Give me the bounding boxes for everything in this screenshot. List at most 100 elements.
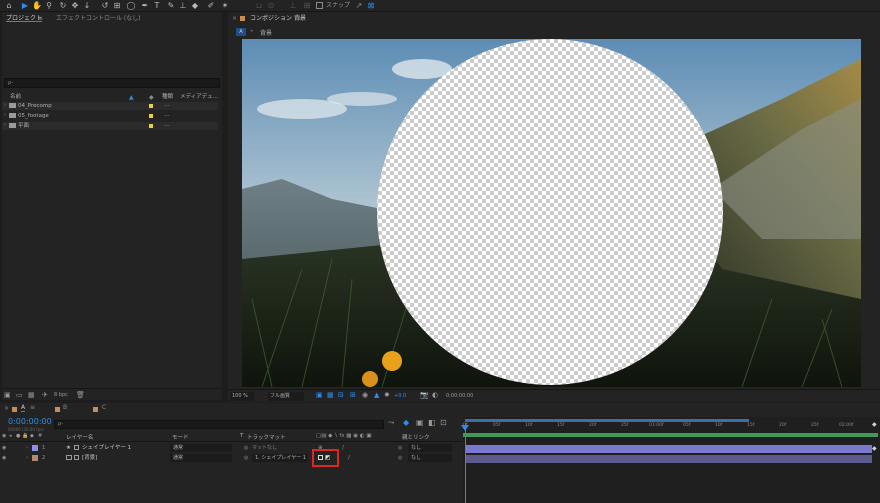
solo-switch-icon[interactable]: ● — [16, 433, 20, 439]
selection-tool-icon[interactable]: ▶ — [20, 1, 30, 11]
visibility-eye-icon[interactable]: ◉ — [2, 453, 6, 463]
draft-3d-icon[interactable]: ◆ — [403, 418, 409, 427]
color-management-icon[interactable]: ▲ — [374, 391, 379, 399]
tab-menu-icon[interactable]: ≡ — [30, 404, 35, 411]
comp-breadcrumb-badge[interactable]: A — [236, 28, 246, 36]
list-item[interactable]: › 05_footage --- — [2, 112, 218, 120]
exposure-reset-icon[interactable]: ✹ — [384, 391, 390, 399]
composition-viewer[interactable] — [242, 39, 861, 387]
table-row[interactable]: ◉ › 2 [背景] 通常 ◎ 1. シェイプレイヤー 1 ◩ ∕ ◎ なし — [0, 449, 462, 467]
tab-c[interactable]: C — [102, 404, 106, 411]
comp-breadcrumb-name[interactable]: 背景 — [260, 28, 272, 37]
tab-project[interactable]: プロジェクト — [6, 14, 42, 24]
expand-arrow-icon[interactable]: › — [4, 112, 6, 118]
pan-camera-icon[interactable]: ✥ — [70, 1, 80, 11]
project-search-input[interactable]: ρ- — [4, 78, 220, 88]
col-media-header[interactable]: メディアデュ... — [180, 94, 218, 101]
layer-label-swatch[interactable] — [32, 455, 38, 461]
current-timecode[interactable]: 0:00:00:00 — [8, 417, 52, 426]
pen-tool-icon[interactable]: ✒ — [140, 1, 150, 11]
anchor-tool-icon[interactable]: ⊞ — [112, 1, 122, 11]
layer-bar-2[interactable] — [465, 455, 872, 463]
matte-invert-icon[interactable]: ◩ — [325, 453, 331, 463]
col-mode[interactable]: モード — [172, 433, 189, 441]
zoom-select[interactable]: 100 % — [230, 392, 254, 401]
eraser-tool-icon[interactable]: ◆ — [190, 1, 200, 11]
blend-mode-select[interactable]: 通常 — [170, 444, 232, 452]
clone-stamp-icon[interactable]: ⊥ — [178, 1, 188, 11]
roto-brush-icon[interactable]: ✐ — [206, 1, 216, 11]
matte-pickwhip-icon[interactable]: ◎ — [244, 443, 248, 453]
time-ruler[interactable]: 0f 05f 10f 15f 20f 25f 01:00f 05f 10f 15… — [463, 423, 880, 433]
col-layer-name[interactable]: レイヤー名 — [66, 433, 93, 441]
audio-switch-icon[interactable]: ◂ — [9, 433, 12, 439]
trash-icon[interactable]: 🗑 — [76, 391, 85, 399]
parent-select[interactable]: なし — [408, 454, 452, 462]
guide-options-icon[interactable]: ⊞ — [350, 391, 356, 399]
layer-bar-1[interactable] — [465, 445, 872, 453]
orbit-camera-icon[interactable]: ↻ — [58, 1, 68, 11]
comp-flowchart-icon[interactable]: ⤳ — [388, 418, 394, 428]
blend-mode-select[interactable]: 通常 — [170, 454, 232, 462]
interpret-footage-icon[interactable]: ▣ — [4, 391, 11, 399]
viewer-timecode[interactable]: 0:00:00:00 — [446, 393, 473, 399]
close-icon[interactable]: × — [232, 15, 237, 22]
work-area-bar[interactable] — [465, 419, 749, 422]
table-row[interactable]: ◉ › 1 ★ シェイプレイヤー 1 通常 ◎ マットなし ⊕ ∕ ◎ なし — [0, 443, 462, 453]
playhead[interactable] — [465, 423, 466, 503]
channel-icon[interactable]: ◉ — [362, 391, 368, 399]
puppet-tool-icon[interactable]: ✶ — [220, 1, 230, 11]
list-item[interactable]: › 平面 --- — [2, 122, 218, 130]
expand-arrow-icon[interactable]: › — [4, 122, 6, 128]
zoom-tool-icon[interactable]: ⚲ — [44, 1, 54, 11]
region-interest-icon[interactable]: ▣ — [316, 391, 323, 399]
transparency-grid-icon[interactable]: ▦ — [327, 391, 334, 399]
col-trackmatte[interactable]: トラックマット — [247, 433, 286, 441]
resolution-select[interactable]: フル画質 — [268, 392, 304, 401]
parent-select[interactable]: なし — [408, 444, 452, 452]
label-color-swatch[interactable] — [149, 114, 153, 118]
sort-asc-icon[interactable]: ▲ — [129, 94, 134, 101]
video-switch-icon[interactable]: ◉ — [2, 433, 6, 439]
comp-panel-menu-icon[interactable]: ≡ — [296, 14, 301, 24]
tab-effect-controls[interactable]: エフェクトコントロール (なし) — [56, 14, 141, 24]
lock-switch-icon[interactable]: 🔒 — [22, 433, 28, 439]
graph-editor-icon[interactable]: ⊡ — [440, 418, 447, 427]
col-type-header[interactable]: 種類 — [162, 94, 173, 101]
expand-arrow-icon[interactable]: › — [26, 443, 28, 453]
col-t[interactable]: T — [240, 433, 243, 439]
parent-pickwhip-icon[interactable]: ◎ — [398, 453, 402, 463]
new-comp-icon[interactable]: ▦ — [28, 391, 35, 399]
parent-pickwhip-icon[interactable]: ◎ — [398, 443, 402, 453]
settings-icon[interactable]: ✈ — [42, 391, 48, 399]
col-name-header[interactable]: 名前 — [10, 94, 21, 101]
close-tab-icon[interactable]: × — [4, 405, 9, 412]
quality-switch-icon[interactable]: ∕ — [342, 443, 344, 453]
label-color-swatch[interactable] — [149, 124, 153, 128]
timeline-search-input[interactable]: ρ- — [54, 420, 384, 429]
label-color-swatch[interactable] — [149, 104, 153, 108]
layer-name[interactable]: [背景] — [82, 453, 97, 463]
show-snapshot-icon[interactable]: ◐ — [432, 391, 438, 399]
alpha-matte-toggle-icon[interactable] — [318, 455, 323, 460]
exposure-value[interactable]: +0.0 — [394, 393, 406, 399]
type-tool-icon[interactable]: T — [152, 1, 162, 11]
bpc-label[interactable]: 8 bpc — [54, 392, 68, 398]
layer-end-icon[interactable]: ◆ — [872, 445, 877, 452]
layer-label-swatch[interactable] — [32, 445, 38, 451]
expand-arrow-icon[interactable]: › — [4, 102, 6, 108]
matte-pickwhip-icon[interactable]: ◎ — [244, 453, 248, 463]
col-parent[interactable]: 親とリンク — [402, 433, 430, 441]
hand-tool-icon[interactable]: ✋ — [32, 1, 42, 11]
mask-visibility-icon[interactable]: ⊟ — [338, 391, 344, 399]
timeline-graph-area[interactable]: 0f 05f 10f 15f 20f 25f 01:00f 05f 10f 15… — [461, 417, 880, 503]
frame-blend-icon[interactable]: ◧ — [428, 418, 436, 427]
snapshot-icon[interactable]: 📷 — [420, 391, 429, 399]
list-item[interactable]: › 04_Precomp --- — [2, 102, 218, 110]
expand-arrow-icon[interactable]: › — [26, 453, 28, 463]
snap-option-icon[interactable]: ↗ — [354, 1, 364, 11]
snap-grid-icon[interactable]: ⊠ — [366, 1, 376, 11]
trackmatte-select[interactable]: マットなし — [252, 444, 308, 452]
tab-a[interactable]: A — [21, 404, 26, 412]
dolly-camera-icon[interactable]: ↓ — [82, 1, 92, 11]
